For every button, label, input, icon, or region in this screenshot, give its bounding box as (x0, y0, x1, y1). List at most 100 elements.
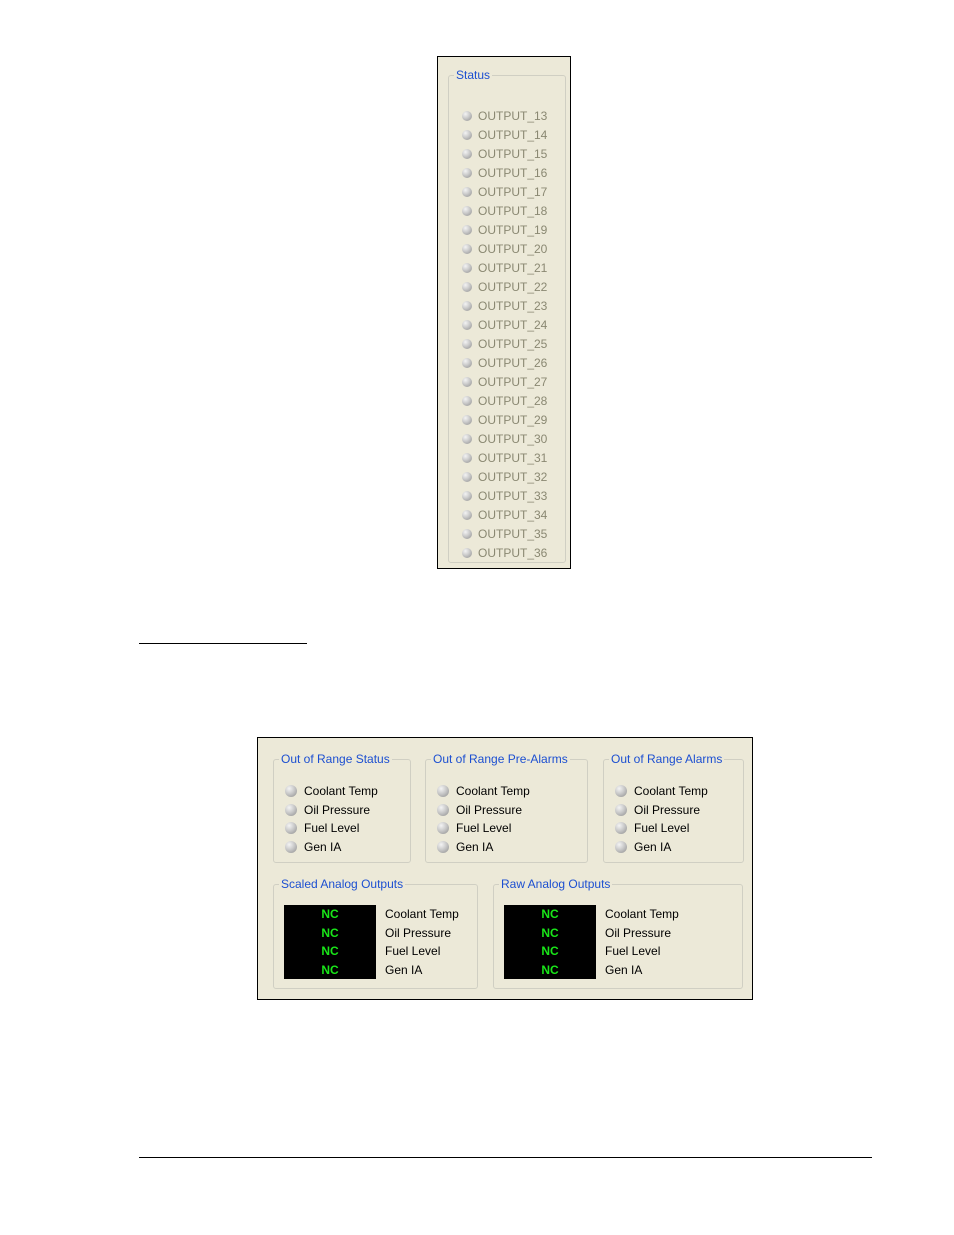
analog-value-readout: NC (321, 944, 339, 958)
led-indicator-icon (462, 338, 472, 349)
scaled-analog-outputs-group: Scaled Analog Outputs NC NC NC NC Coolant T… (273, 877, 478, 989)
document-page: Status OUTPUT_13 OUTPUT_14 OUTPUT_15 OUTPUT… (0, 0, 954, 1235)
out-of-range-alarms-group: Out of Range Alarms Coolant Temp Oil Pres… (603, 752, 744, 863)
out-of-range-status-label: Fuel Level (304, 821, 360, 836)
led-indicator-icon (462, 281, 472, 292)
led-indicator-icon (462, 490, 472, 501)
raw-analog-outputs-group: Raw Analog Outputs NC NC NC NC Coolant Temp… (493, 877, 743, 989)
led-indicator-icon (462, 319, 472, 330)
out-of-range-status-list: Coolant Temp Oil Pressure Fuel Level Gen IA (285, 782, 378, 856)
out-of-range-pre-alarm-item: Gen IA (437, 838, 530, 857)
analog-value-readout: NC (321, 907, 339, 921)
status-group: Status OUTPUT_13 OUTPUT_14 OUTPUT_15 OUTPUT… (448, 68, 566, 563)
status-output-item: OUTPUT_25 (462, 334, 547, 353)
out-of-range-alarm-label: Oil Pressure (634, 802, 701, 817)
status-output-label: OUTPUT_18 (478, 203, 548, 218)
status-output-item: OUTPUT_31 (462, 448, 547, 467)
status-output-item: OUTPUT_22 (462, 277, 547, 296)
analog-output-label: Gen IA (385, 962, 423, 977)
status-output-item: OUTPUT_14 (462, 125, 547, 144)
led-indicator-icon (437, 803, 449, 816)
led-indicator-icon (462, 186, 472, 197)
led-indicator-icon (462, 262, 472, 273)
status-output-item: OUTPUT_16 (462, 163, 547, 182)
status-output-list: OUTPUT_13 OUTPUT_14 OUTPUT_15 OUTPUT_16 OUTP… (462, 106, 547, 562)
led-indicator-icon (462, 471, 472, 482)
led-indicator-icon (462, 528, 472, 539)
status-output-label: OUTPUT_28 (478, 393, 548, 408)
raw-analog-display: NC NC NC NC (504, 905, 596, 979)
status-output-label: OUTPUT_36 (478, 545, 548, 560)
led-indicator-icon (462, 224, 472, 235)
status-output-label: OUTPUT_22 (478, 279, 548, 294)
out-of-range-alarm-item: Oil Pressure (615, 801, 708, 820)
status-output-item: OUTPUT_35 (462, 524, 547, 543)
analog-output-label: Coolant Temp (385, 907, 459, 921)
status-output-item: OUTPUT_33 (462, 486, 547, 505)
out-of-range-pre-alarm-label: Coolant Temp (456, 784, 530, 799)
status-output-label: OUTPUT_34 (478, 507, 548, 522)
status-output-label: OUTPUT_25 (478, 336, 548, 351)
status-output-label: OUTPUT_21 (478, 260, 548, 275)
led-indicator-icon (437, 840, 449, 853)
out-of-range-alarm-item: Coolant Temp (615, 782, 708, 801)
analog-output-label: Gen IA (605, 962, 643, 977)
scaled-analog-display: NC NC NC NC (284, 905, 376, 979)
led-indicator-icon (462, 148, 472, 159)
status-panel: Status OUTPUT_13 OUTPUT_14 OUTPUT_15 OUTPUT… (437, 56, 571, 569)
led-indicator-icon (285, 822, 297, 835)
status-output-label: OUTPUT_13 (478, 108, 548, 123)
led-indicator-icon (615, 822, 627, 835)
out-of-range-status-label: Gen IA (304, 839, 342, 854)
status-output-item: OUTPUT_15 (462, 144, 547, 163)
led-indicator-icon (462, 452, 472, 463)
out-of-range-pre-alarm-item: Coolant Temp (437, 782, 530, 801)
status-output-label: OUTPUT_23 (478, 298, 548, 313)
status-output-item: OUTPUT_20 (462, 239, 547, 258)
status-output-label: OUTPUT_14 (478, 127, 548, 142)
section-underline (139, 643, 307, 644)
led-indicator-icon (615, 803, 627, 816)
status-output-label: OUTPUT_29 (478, 412, 548, 427)
status-output-item: OUTPUT_27 (462, 372, 547, 391)
analog-output-label: Oil Pressure (605, 925, 672, 940)
led-indicator-icon (462, 167, 472, 178)
scaled-analog-outputs-title: Scaled Analog Outputs (281, 877, 404, 891)
out-of-range-pre-alarm-item: Oil Pressure (437, 801, 530, 820)
out-of-range-alarms-list: Coolant Temp Oil Pressure Fuel Level Gen IA (615, 782, 708, 856)
out-of-range-pre-alarm-item: Fuel Level (437, 819, 530, 838)
out-of-range-alarm-label: Fuel Level (634, 821, 690, 836)
led-indicator-icon (615, 840, 627, 853)
led-indicator-icon (462, 509, 472, 520)
out-of-range-status-label: Coolant Temp (304, 784, 378, 799)
led-indicator-icon (462, 357, 472, 368)
out-of-range-status-item: Gen IA (285, 838, 378, 857)
status-output-label: OUTPUT_20 (478, 241, 548, 256)
led-indicator-icon (462, 414, 472, 425)
led-indicator-icon (437, 822, 449, 835)
status-output-label: OUTPUT_30 (478, 431, 548, 446)
status-output-item: OUTPUT_26 (462, 353, 547, 372)
status-output-item: OUTPUT_34 (462, 505, 547, 524)
led-indicator-icon (462, 300, 472, 311)
led-indicator-icon (462, 129, 472, 140)
status-output-label: OUTPUT_35 (478, 526, 548, 541)
raw-analog-labels: Coolant Temp Oil Pressure Fuel Level Gen IA (605, 905, 679, 979)
status-output-label: OUTPUT_31 (478, 450, 548, 465)
out-of-range-alarm-label: Gen IA (634, 839, 672, 854)
analog-output-label: Oil Pressure (385, 925, 452, 940)
analog-value-readout: NC (541, 925, 559, 940)
out-of-range-alarm-item: Gen IA (615, 838, 708, 857)
status-output-item: OUTPUT_21 (462, 258, 547, 277)
led-indicator-icon (462, 547, 472, 558)
status-output-item: OUTPUT_30 (462, 429, 547, 448)
status-output-item: OUTPUT_18 (462, 201, 547, 220)
out-of-range-status-item: Oil Pressure (285, 801, 378, 820)
out-of-range-pre-alarm-label: Oil Pressure (456, 802, 523, 817)
led-indicator-icon (285, 803, 297, 816)
led-indicator-icon (285, 785, 297, 798)
status-output-item: OUTPUT_28 (462, 391, 547, 410)
out-of-range-pre-alarms-title: Out of Range Pre-Alarms (433, 752, 568, 766)
out-of-range-alarms-title: Out of Range Alarms (611, 752, 723, 766)
analog-value-readout: NC (321, 962, 339, 977)
